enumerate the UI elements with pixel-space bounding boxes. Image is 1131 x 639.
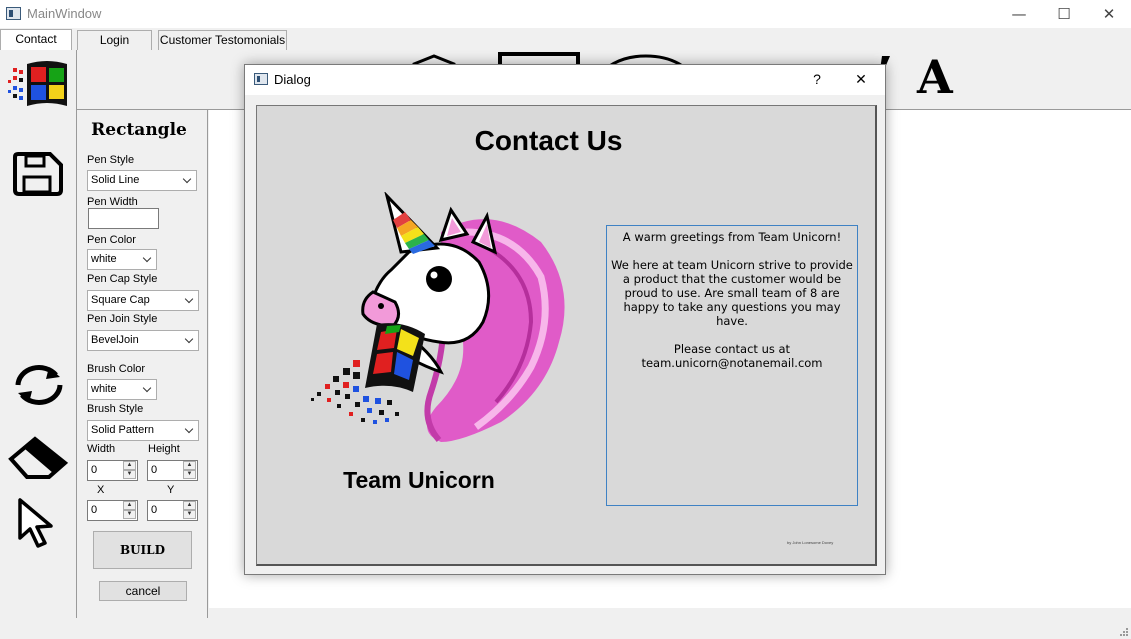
width-value: 0 (91, 464, 98, 476)
pen-join-select[interactable]: BevelJoin (87, 330, 199, 351)
window-title: MainWindow (27, 6, 102, 21)
y-value: 0 (151, 504, 158, 516)
pen-join-label: Pen Join Style (87, 313, 158, 325)
left-toolbar (0, 50, 77, 618)
pen-width-label: Pen Width (87, 196, 138, 208)
pen-style-label: Pen Style (87, 154, 135, 166)
minimize-button[interactable]: — (996, 0, 1042, 28)
shape-properties-panel: Rectangle Pen Style Solid Line Pen Width… (79, 110, 208, 618)
height-value: 0 (151, 464, 158, 476)
tab-contact[interactable]: Contact (0, 29, 72, 50)
x-spinbox[interactable]: 0 ▲ ▼ (87, 500, 138, 521)
pointer-icon[interactable] (14, 496, 62, 552)
brush-color-select[interactable]: white (87, 379, 157, 400)
brush-style-label: Brush Style (87, 403, 144, 415)
brush-color-label: Brush Color (87, 363, 146, 375)
contact-panel: Contact Us Team Unicorn A warm greetings… (256, 105, 877, 566)
spin-down-icon[interactable]: ▼ (183, 470, 196, 479)
pen-width-input[interactable] (88, 208, 159, 229)
spin-up-icon[interactable]: ▲ (183, 461, 196, 470)
app-icon (6, 7, 21, 20)
x-label: X (97, 484, 105, 496)
y-label: Y (167, 484, 175, 496)
text-tool-icon[interactable]: A (917, 51, 953, 103)
tab-bar: Contact Login Customer Testomonials (0, 29, 1131, 50)
height-label: Height (148, 443, 180, 455)
y-spinbox[interactable]: 0 ▲ ▼ (147, 500, 198, 521)
dialog-close-button[interactable]: ✕ (839, 65, 883, 95)
pen-cap-label: Pen Cap Style (87, 273, 158, 285)
width-spinbox[interactable]: 0 ▲ ▼ (87, 460, 138, 481)
spin-down-icon[interactable]: ▼ (183, 510, 196, 519)
cancel-button[interactable]: cancel (99, 581, 187, 601)
resize-grip-icon[interactable] (1119, 627, 1129, 637)
refresh-icon[interactable] (12, 363, 66, 407)
spin-up-icon[interactable]: ▲ (183, 501, 196, 510)
height-spinbox[interactable]: 0 ▲ ▼ (147, 460, 198, 481)
pen-color-label: Pen Color (87, 234, 136, 246)
credit-text: by John Lonesome Dovey (787, 540, 834, 545)
main-window-titlebar: MainWindow — ☐ ✕ (0, 0, 1131, 28)
width-label: Width (87, 443, 116, 455)
dialog-title: Dialog (274, 72, 311, 87)
tab-customer-testimonials[interactable]: Customer Testomonials (158, 30, 287, 50)
build-button[interactable]: BUILD (93, 531, 192, 569)
spin-down-icon[interactable]: ▼ (123, 470, 136, 479)
status-bar (0, 618, 1131, 639)
windows-logo-icon[interactable] (7, 58, 71, 110)
dialog-app-icon (254, 73, 268, 85)
tab-login[interactable]: Login (77, 30, 152, 50)
spin-up-icon[interactable]: ▲ (123, 461, 136, 470)
help-button[interactable]: ? (795, 65, 839, 95)
maximize-button[interactable]: ☐ (1041, 0, 1087, 28)
spin-down-icon[interactable]: ▼ (123, 510, 136, 519)
team-name: Team Unicorn (343, 467, 495, 493)
x-value: 0 (91, 504, 98, 516)
dialog-titlebar: Dialog ? ✕ (245, 65, 885, 95)
unicorn-logo-icon (311, 192, 565, 443)
contact-message: A warm greetings from Team Unicorn! We h… (606, 225, 858, 506)
pen-cap-select[interactable]: Square Cap (87, 290, 199, 311)
pen-color-select[interactable]: white (87, 249, 157, 270)
close-button[interactable]: ✕ (1086, 0, 1131, 28)
eraser-icon[interactable] (7, 435, 71, 479)
contact-dialog: Dialog ? ✕ Contact Us Team Unicorn A war… (244, 64, 886, 575)
brush-style-select[interactable]: Solid Pattern (87, 420, 199, 441)
contact-heading: Contact Us (474, 125, 623, 156)
save-icon[interactable] (12, 152, 64, 196)
spin-up-icon[interactable]: ▲ (123, 501, 136, 510)
panel-title: Rectangle (91, 120, 187, 140)
pen-style-select[interactable]: Solid Line (87, 170, 197, 191)
